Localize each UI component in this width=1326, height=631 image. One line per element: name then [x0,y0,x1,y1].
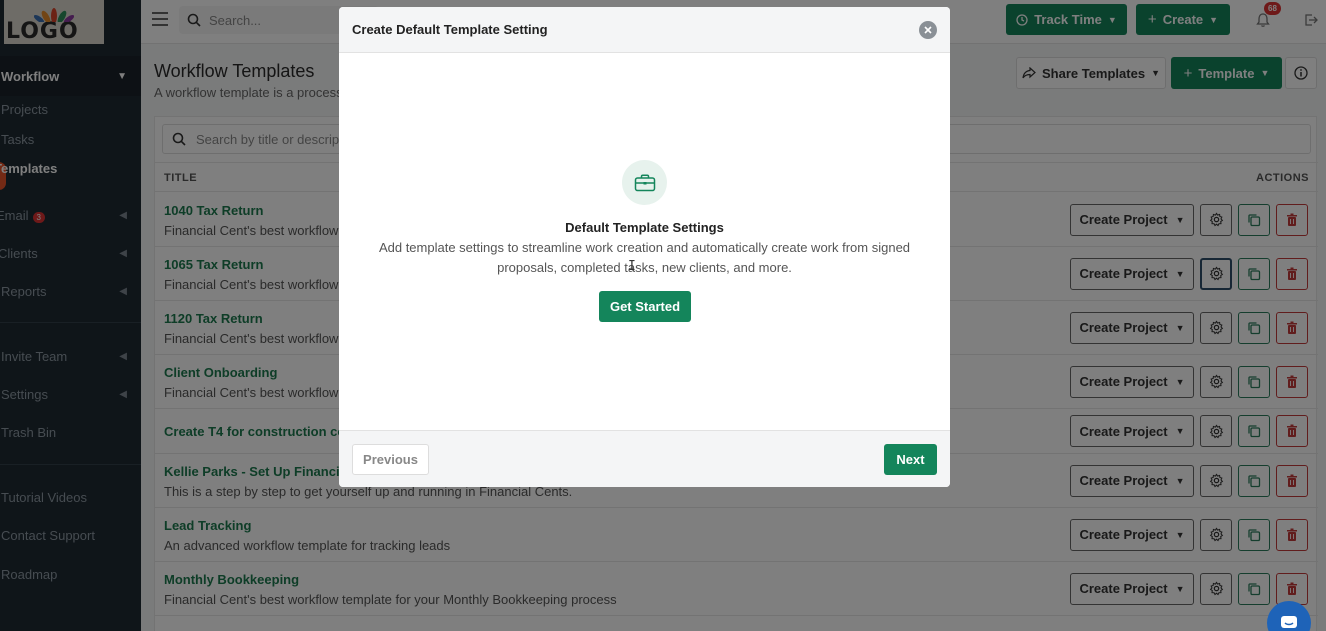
modal-title: Create Default Template Setting [352,22,548,37]
modal-header: Create Default Template Setting [339,7,950,53]
modal-description-line: Add template settings to streamline work… [378,240,911,255]
briefcase-icon-badge [622,160,667,205]
next-button[interactable]: Next [884,444,937,475]
modal-heading: Default Template Settings [565,220,724,235]
chat-icon [1281,616,1297,628]
modal-description-line: proposals, completed tasks, new clients,… [497,260,792,275]
default-template-setting-modal: Create Default Template Setting Default … [339,7,950,487]
previous-button[interactable]: Previous [352,444,429,475]
close-button[interactable] [919,21,937,39]
close-icon [924,26,932,34]
get-started-button[interactable]: Get Started [599,291,691,322]
text-cursor-icon: I [628,259,636,274]
modal-footer: Previous Next [339,430,950,487]
briefcase-icon [634,173,655,191]
modal-description: Add template settings to streamline work… [369,238,920,278]
